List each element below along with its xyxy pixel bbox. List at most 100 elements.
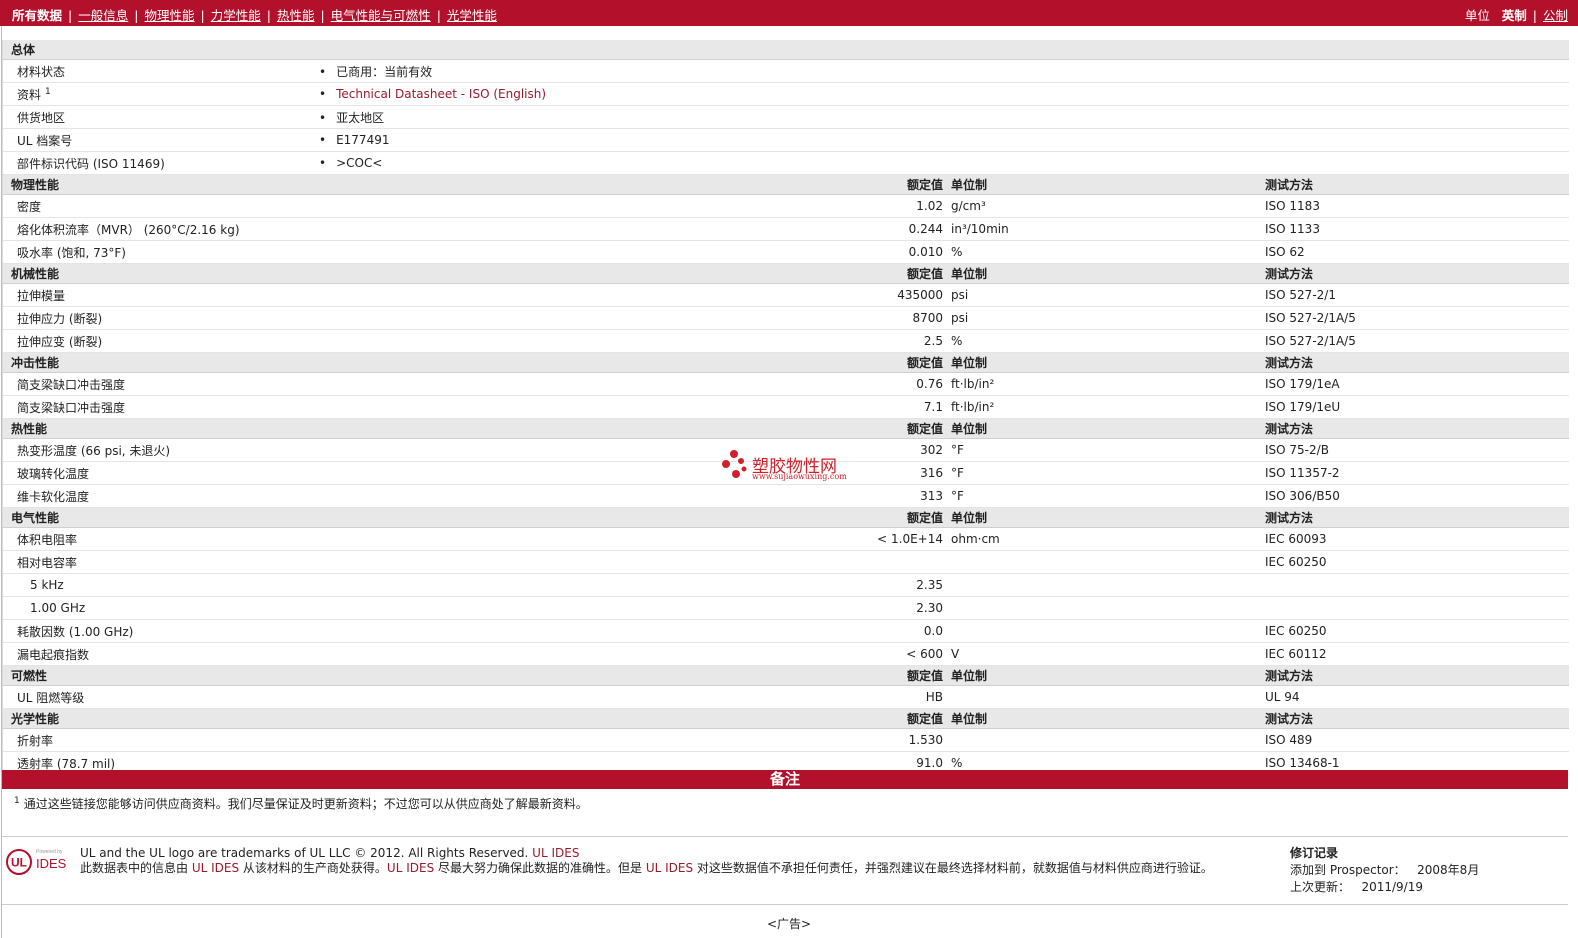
- test-method: [1259, 596, 1570, 620]
- property-row: 密度 1.02 g/cm³ ISO 1183: [3, 194, 1570, 218]
- general-row: 供货地区 • 亚太地区: [3, 105, 1570, 129]
- property-label: 拉伸模量: [3, 283, 313, 307]
- property-unit: ft·lb/in²: [949, 395, 1259, 419]
- disclaimer-text: 从该材料的生产商处获得。: [239, 861, 387, 875]
- column-header-unit: 单位制: [949, 507, 1259, 528]
- separator: |: [134, 8, 139, 23]
- property-value: 0.76: [313, 372, 949, 396]
- property-value: 7.1: [313, 395, 949, 419]
- property-label: 玻璃转化温度: [3, 461, 313, 485]
- property-label: 维卡软化温度: [3, 484, 313, 508]
- disclaimer-text: 对这些数据值不承担任何责任，并强烈建议在最终选择材料前，就数据值与材料供应商进行…: [693, 861, 1213, 875]
- ul-ides-link[interactable]: UL IDES: [387, 861, 434, 875]
- test-method: IEC 60250: [1259, 619, 1570, 643]
- property-value: • >COC<: [313, 151, 1570, 175]
- property-row: 1.00 GHz 2.30: [3, 596, 1570, 620]
- tab-all-data[interactable]: 所有数据: [12, 8, 62, 23]
- disclaimer-text: 尽最大努力确保此数据的准确性。但是: [434, 861, 646, 875]
- bullet-icon: •: [319, 87, 327, 101]
- property-value: 0.0: [313, 619, 949, 643]
- footnote-marker: 1: [14, 796, 20, 806]
- column-header-method: 测试方法: [1259, 665, 1570, 686]
- tab-thermal[interactable]: 热性能: [277, 8, 315, 23]
- ad-placeholder[interactable]: <广告>: [0, 915, 1578, 932]
- ul-ides-link[interactable]: UL IDES: [532, 846, 579, 860]
- property-label: UL 阻燃等级: [3, 685, 313, 709]
- property-value: 1.02: [313, 194, 949, 218]
- trademark-line: UL and the UL logo are trademarks of UL …: [80, 846, 1275, 861]
- ul-ides-logo-icon: UL Powered by IDES: [6, 849, 67, 875]
- divider: [2, 904, 1568, 905]
- tab-physical[interactable]: 物理性能: [144, 8, 194, 23]
- test-method: UL 94: [1259, 685, 1570, 709]
- watermark: 塑胶物性网 www.sujiaowuxing.com: [720, 448, 860, 484]
- property-row: 简支梁缺口冲击强度 0.76 ft·lb/in² ISO 179/1eA: [3, 372, 1570, 396]
- test-method: ISO 75-2/B: [1259, 438, 1570, 462]
- property-label: 吸水率 (饱和, 73°F): [3, 240, 313, 264]
- property-row: UL 阻燃等级 HB UL 94: [3, 685, 1570, 709]
- property-row: 折射率 1.530 ISO 489: [3, 728, 1570, 752]
- revision-added-value: 2008年8月: [1417, 863, 1480, 877]
- property-row: 熔化体积流率（MVR） (260°C/2.16 kg) 0.244 in³/10mi…: [3, 217, 1570, 241]
- property-value-text: E177491: [336, 133, 390, 147]
- separator: |: [1532, 8, 1537, 23]
- property-label: 拉伸应变 (断裂): [3, 329, 313, 353]
- tab-mechanical[interactable]: 力学性能: [211, 8, 261, 23]
- separator: |: [68, 8, 73, 23]
- property-value: 8700: [313, 306, 949, 330]
- property-label: 部件标识代码 (ISO 11469): [3, 151, 313, 175]
- column-header-unit: 单位制: [949, 263, 1259, 284]
- unit-imperial-link[interactable]: 英制: [1502, 8, 1527, 23]
- tab-optical[interactable]: 光学性能: [447, 8, 497, 23]
- property-value: < 1.0E+14: [313, 527, 949, 551]
- property-unit: °F: [949, 438, 1259, 462]
- property-label: 简支梁缺口冲击强度: [3, 372, 313, 396]
- test-method: ISO 527-2/1A/5: [1259, 329, 1570, 353]
- footnote-marker: 1: [45, 86, 51, 97]
- disclaimer-line: 此数据表中的信息由 UL IDES 从该材料的生产商处获得。UL IDES 尽最…: [80, 861, 1275, 876]
- section-header: 冲击性能 额定值 单位制 测试方法: [3, 352, 1570, 373]
- property-value: 435000: [313, 283, 949, 307]
- property-value: 2.30: [313, 596, 949, 620]
- tab-general-info[interactable]: 一般信息: [78, 8, 128, 23]
- column-header-value: 额定值: [313, 507, 949, 528]
- property-label-text: 资料: [17, 87, 42, 102]
- section-title: 冲击性能: [3, 352, 313, 373]
- revision-history: 修订记录 添加到 Prospector： 2008年8月 上次更新： 2011/…: [1290, 845, 1479, 896]
- property-row: 拉伸应变 (断裂) 2.5% ISO 527-2/1A/5: [3, 329, 1570, 353]
- property-value: 2.35: [313, 573, 949, 597]
- property-label: 1.00 GHz: [3, 596, 313, 620]
- ul-ides-link[interactable]: UL IDES: [646, 861, 693, 875]
- bullet-icon: •: [319, 64, 327, 79]
- property-label-text: 部件标识代码 (ISO 11469): [17, 156, 165, 171]
- property-unit: [949, 596, 1259, 620]
- property-value: • 已商用：当前有效: [313, 59, 1570, 83]
- separator: |: [320, 8, 325, 23]
- footnote-text: 通过这些链接您能够访问供应商资料。我们尽量保证及时更新资料；不过您可以从供应商处…: [23, 797, 588, 811]
- section-title: 电气性能: [3, 507, 313, 528]
- property-label: 熔化体积流率（MVR） (260°C/2.16 kg): [3, 217, 313, 241]
- general-row: 部件标识代码 (ISO 11469) • >COC<: [3, 151, 1570, 175]
- divider: [2, 836, 1568, 837]
- property-label: 拉伸应力 (断裂): [3, 306, 313, 330]
- ul-ides-link[interactable]: UL IDES: [192, 861, 239, 875]
- property-unit: [949, 685, 1259, 709]
- datasheet: 总体 材料状态 • 已商用：当前有效资料 1 • Technical Datasheet …: [2, 40, 1570, 775]
- datasheet-link[interactable]: Technical Datasheet - ISO (English): [336, 87, 546, 101]
- revision-title: 修订记录: [1290, 846, 1339, 860]
- property-unit: in³/10min: [949, 217, 1259, 241]
- property-label-text: 材料状态: [17, 64, 66, 79]
- property-unit: %: [949, 240, 1259, 264]
- property-value-text: >COC<: [336, 156, 383, 170]
- property-value: 0.244: [313, 217, 949, 241]
- property-value: 313: [313, 484, 949, 508]
- tab-electrical-flammability[interactable]: 电气性能与可燃性: [331, 8, 431, 23]
- bullet-icon: •: [319, 110, 327, 125]
- section-title: 总体: [3, 40, 1570, 60]
- column-header-value: 额定值: [313, 418, 949, 439]
- column-header-method: 测试方法: [1259, 263, 1570, 284]
- test-method: ISO 62: [1259, 240, 1570, 264]
- watermark-url: www.sujiaowuxing.com: [752, 472, 847, 481]
- test-method: ISO 527-2/1: [1259, 283, 1570, 307]
- unit-metric-link[interactable]: 公制: [1543, 8, 1568, 23]
